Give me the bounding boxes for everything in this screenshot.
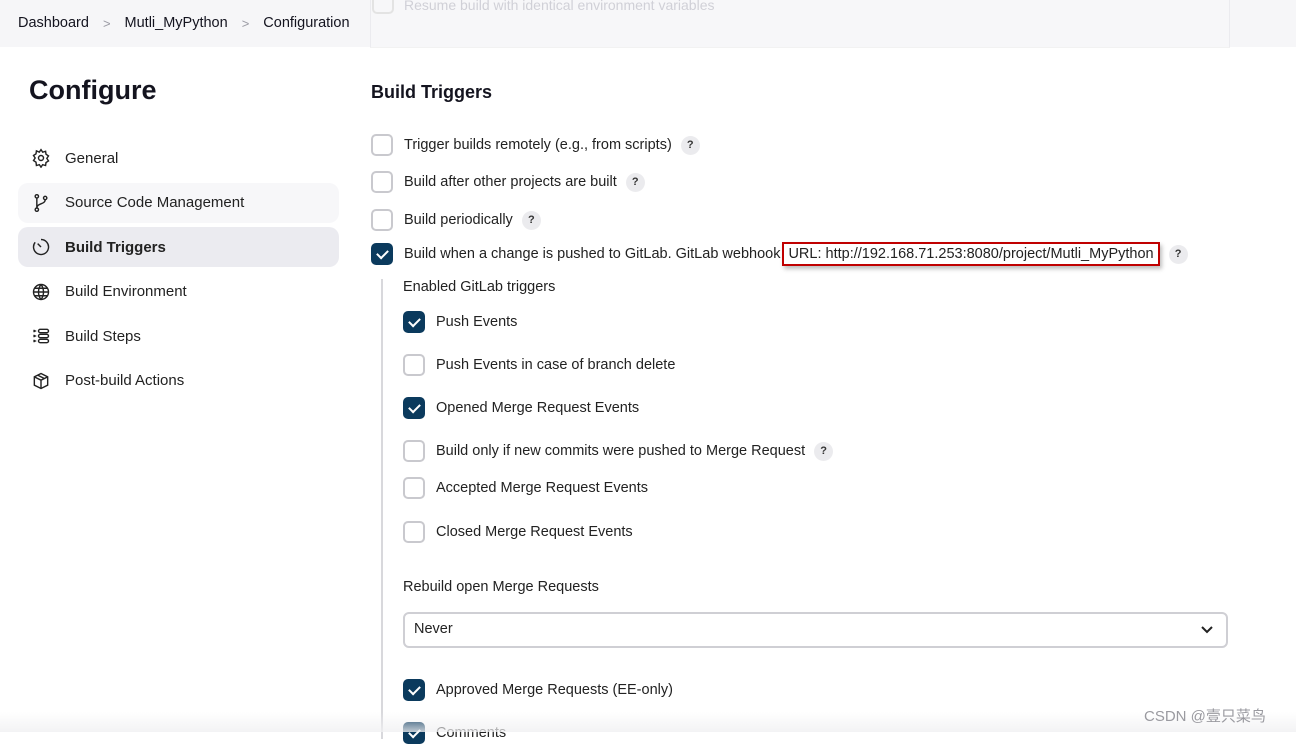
sidebar-item-build-triggers[interactable]: Build Triggers: [18, 227, 339, 267]
trigger-after-other[interactable]: Build after other projects are built?: [371, 171, 645, 193]
option-new-commits-mr[interactable]: Build only if new commits were pushed to…: [403, 440, 834, 462]
option-approved-mr[interactable]: Approved Merge Requests (EE-only): [403, 679, 673, 701]
chevron-right-icon: >: [241, 15, 250, 31]
help-icon[interactable]: ?: [814, 441, 834, 461]
checkbox[interactable]: [371, 243, 393, 265]
option-accepted-mr[interactable]: Accepted Merge Request Events: [403, 477, 648, 499]
trigger-remote[interactable]: Trigger builds remotely (e.g., from scri…: [371, 134, 700, 156]
checkbox[interactable]: [403, 679, 425, 701]
sidebar-item-post-build[interactable]: Post-build Actions: [18, 361, 339, 401]
timer-icon: [32, 238, 50, 256]
rebuild-label: Rebuild open Merge Requests: [403, 579, 599, 595]
breadcrumb: Dashboard > Mutli_MyPython > Configuration: [18, 15, 350, 31]
chevron-down-icon: [1201, 626, 1213, 634]
breadcrumb-configuration[interactable]: Configuration: [263, 15, 349, 31]
webhook-url: URL: http://192.168.71.253:8080/project/…: [782, 242, 1160, 266]
sidebar-item-general[interactable]: General: [18, 138, 339, 178]
package-icon: [33, 372, 49, 389]
help-icon[interactable]: ?: [1168, 244, 1188, 264]
bottom-fade: [0, 712, 1296, 732]
help-icon[interactable]: ?: [625, 172, 645, 192]
sidebar-item-build-environment[interactable]: Build Environment: [18, 272, 339, 312]
checkbox[interactable]: [403, 311, 425, 333]
sidebar-item-build-steps[interactable]: Build Steps: [18, 316, 339, 356]
enabled-triggers-label: Enabled GitLab triggers: [403, 279, 556, 295]
gear-icon: [32, 148, 50, 168]
watermark: CSDN @壹只菜鸟: [1144, 708, 1266, 725]
nested-divider: [381, 279, 383, 739]
checkbox[interactable]: [371, 209, 393, 231]
option-closed-mr[interactable]: Closed Merge Request Events: [403, 521, 633, 543]
option-push-branch-delete[interactable]: Push Events in case of branch delete: [403, 354, 675, 376]
checkbox[interactable]: [403, 521, 425, 543]
section-title: Build Triggers: [371, 82, 493, 102]
globe-icon: [32, 283, 50, 300]
help-icon[interactable]: ?: [521, 210, 541, 230]
option-opened-mr[interactable]: Opened Merge Request Events: [403, 397, 639, 419]
breadcrumb-dashboard[interactable]: Dashboard: [18, 15, 89, 31]
checkbox[interactable]: [403, 397, 425, 419]
branch-icon: [34, 193, 48, 212]
sidebar: General Source Code Management Build Tri…: [18, 138, 339, 405]
checkbox[interactable]: [371, 134, 393, 156]
checkbox[interactable]: [403, 477, 425, 499]
checkbox[interactable]: [371, 171, 393, 193]
page-title: Configure: [29, 75, 157, 105]
list-icon: [33, 328, 50, 344]
ghost-option: Resume build with identical environment …: [370, 0, 1230, 48]
breadcrumb-project[interactable]: Mutli_MyPython: [125, 15, 228, 31]
trigger-periodically[interactable]: Build periodically?: [371, 209, 541, 231]
checkbox[interactable]: [403, 440, 425, 462]
sidebar-item-scm[interactable]: Source Code Management: [18, 182, 339, 223]
checkbox[interactable]: [403, 354, 425, 376]
trigger-gitlab[interactable]: Build when a change is pushed to GitLab.…: [371, 242, 1188, 266]
option-push-events[interactable]: Push Events: [403, 311, 517, 333]
chevron-right-icon: >: [102, 15, 111, 31]
rebuild-select[interactable]: Never: [403, 612, 1228, 648]
help-icon[interactable]: ?: [680, 135, 700, 155]
